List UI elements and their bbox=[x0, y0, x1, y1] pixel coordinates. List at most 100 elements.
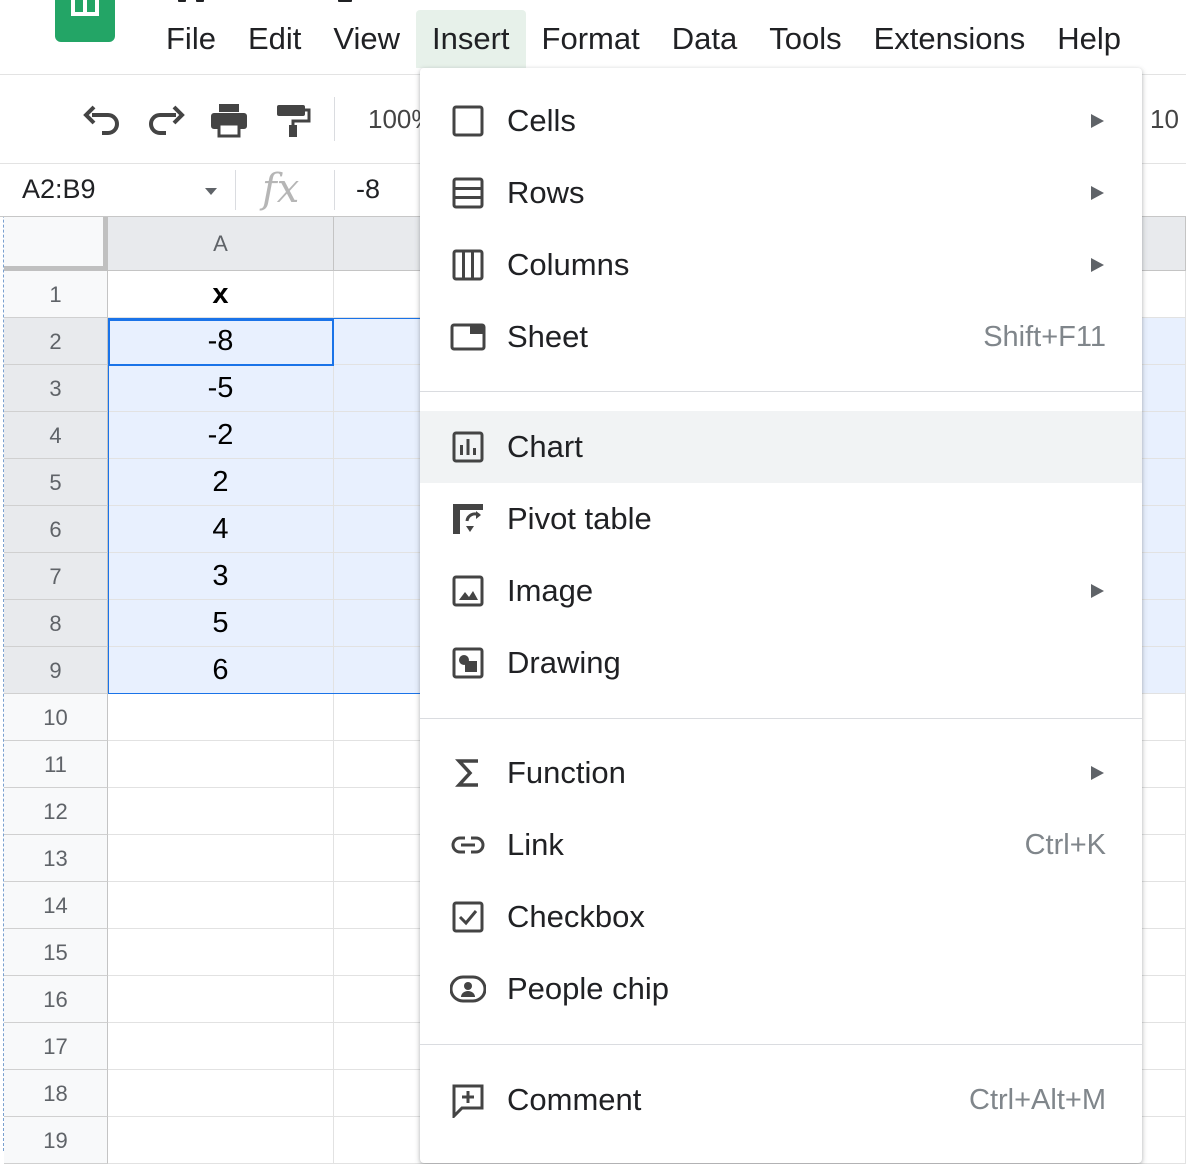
name-box-dropdown-icon[interactable] bbox=[205, 188, 217, 195]
menu-edit[interactable]: Edit bbox=[232, 10, 317, 68]
columns-icon bbox=[452, 249, 484, 281]
cell-a[interactable] bbox=[108, 929, 334, 976]
menu-item-label: Function bbox=[507, 755, 626, 790]
menu-item-label: Checkbox bbox=[507, 899, 645, 934]
pivot-table-icon bbox=[453, 504, 483, 534]
font-size-input[interactable]: 10 bbox=[1150, 104, 1179, 135]
row-header[interactable]: 17 bbox=[4, 1023, 108, 1070]
cell-a[interactable] bbox=[108, 1070, 334, 1117]
row-header[interactable]: 9 bbox=[4, 647, 108, 694]
cell-a[interactable]: 2 bbox=[108, 459, 334, 506]
fx-icon: fx bbox=[262, 166, 300, 212]
menu-item-label: Cells bbox=[507, 103, 576, 138]
cell-a[interactable] bbox=[108, 835, 334, 882]
row-header[interactable]: 3 bbox=[4, 365, 108, 412]
sheets-logo-icon[interactable] bbox=[55, 0, 115, 42]
menu-item-columns[interactable]: Columns bbox=[420, 229, 1142, 301]
cell-a[interactable]: 6 bbox=[108, 647, 334, 694]
menu-item-label: Rows bbox=[507, 175, 585, 210]
row-header[interactable]: 10 bbox=[4, 694, 108, 741]
cell-a[interactable]: 4 bbox=[108, 506, 334, 553]
menu-format[interactable]: Format bbox=[526, 10, 656, 68]
row-header[interactable]: 19 bbox=[4, 1117, 108, 1164]
cell-a[interactable]: x bbox=[108, 271, 334, 318]
row-header[interactable]: 1 bbox=[4, 271, 108, 318]
menu-item-image[interactable]: Image bbox=[420, 555, 1142, 627]
name-box[interactable]: A2:B9 bbox=[22, 174, 96, 205]
submenu-arrow-icon bbox=[1091, 114, 1104, 128]
menu-item-rows[interactable]: Rows bbox=[420, 157, 1142, 229]
row-header[interactable]: 4 bbox=[4, 412, 108, 459]
menu-separator bbox=[420, 1044, 1142, 1045]
menu-item-link[interactable]: Link Ctrl+K bbox=[420, 809, 1142, 881]
menu-item-function[interactable]: Function bbox=[420, 737, 1142, 809]
comment-add-icon bbox=[452, 1084, 484, 1118]
menu-item-shortcut: Shift+F11 bbox=[983, 321, 1106, 353]
row-header[interactable]: 5 bbox=[4, 459, 108, 506]
redo-icon[interactable] bbox=[146, 102, 186, 138]
cell-a[interactable]: 3 bbox=[108, 553, 334, 600]
menu-insert[interactable]: Insert bbox=[416, 10, 526, 68]
menu-separator bbox=[420, 391, 1142, 392]
row-header[interactable]: 7 bbox=[4, 553, 108, 600]
menu-item-cells[interactable]: Cells bbox=[420, 85, 1142, 157]
formula-input[interactable]: -8 bbox=[356, 174, 380, 205]
menu-extensions[interactable]: Extensions bbox=[858, 10, 1042, 68]
menu-item-label: Image bbox=[507, 573, 594, 608]
cell-a[interactable]: -8 bbox=[108, 318, 334, 365]
menu-help[interactable]: Help bbox=[1041, 10, 1137, 68]
sheet-icon bbox=[450, 323, 486, 351]
top-bar: File Edit View Insert Format Data Tools … bbox=[0, 0, 1186, 74]
menu-item-shortcut: Ctrl+K bbox=[1024, 829, 1106, 861]
row-header[interactable]: 2 bbox=[4, 318, 108, 365]
cell-a[interactable]: -2 bbox=[108, 412, 334, 459]
paint-format-icon[interactable] bbox=[273, 102, 313, 138]
checkbox-icon bbox=[452, 901, 484, 933]
menu-item-drawing[interactable]: Drawing bbox=[420, 627, 1142, 699]
row-header[interactable]: 12 bbox=[4, 788, 108, 835]
cell-a[interactable] bbox=[108, 1023, 334, 1070]
submenu-arrow-icon bbox=[1091, 584, 1104, 598]
row-header[interactable]: 11 bbox=[4, 741, 108, 788]
formula-bar-separator bbox=[334, 170, 335, 210]
submenu-arrow-icon bbox=[1091, 766, 1104, 780]
cell-a[interactable] bbox=[108, 694, 334, 741]
submenu-arrow-icon bbox=[1091, 258, 1104, 272]
row-header[interactable]: 8 bbox=[4, 600, 108, 647]
cell-a[interactable]: -5 bbox=[108, 365, 334, 412]
formula-bar-separator bbox=[235, 170, 236, 210]
menu-tools[interactable]: Tools bbox=[753, 10, 857, 68]
row-header[interactable]: 18 bbox=[4, 1070, 108, 1117]
print-icon[interactable] bbox=[209, 102, 249, 138]
cell-a[interactable] bbox=[108, 882, 334, 929]
cell-a[interactable] bbox=[108, 976, 334, 1023]
cell-a[interactable] bbox=[108, 1117, 334, 1164]
row-header[interactable]: 16 bbox=[4, 976, 108, 1023]
column-header-a[interactable]: A bbox=[108, 217, 334, 271]
row-header[interactable]: 14 bbox=[4, 882, 108, 929]
menu-item-comment[interactable]: Comment Ctrl+Alt+M bbox=[420, 1064, 1142, 1136]
menu-file[interactable]: File bbox=[150, 10, 232, 68]
cell-a[interactable] bbox=[108, 741, 334, 788]
row-header[interactable]: 13 bbox=[4, 835, 108, 882]
submenu-arrow-icon bbox=[1091, 186, 1104, 200]
menu-item-label: Pivot table bbox=[507, 501, 652, 536]
menu-item-pivot-table[interactable]: Pivot table bbox=[420, 483, 1142, 555]
undo-icon[interactable] bbox=[82, 102, 122, 138]
menu-item-label: Drawing bbox=[507, 645, 621, 680]
menu-item-sheet[interactable]: Sheet Shift+F11 bbox=[420, 301, 1142, 373]
menu-data[interactable]: Data bbox=[656, 10, 753, 68]
menu-item-label: People chip bbox=[507, 971, 670, 1006]
toolbar-separator bbox=[334, 97, 335, 141]
menu-item-chart[interactable]: Chart bbox=[420, 411, 1142, 483]
cell-a[interactable]: 5 bbox=[108, 600, 334, 647]
menu-item-label: Sheet bbox=[507, 319, 589, 354]
row-header[interactable]: 6 bbox=[4, 506, 108, 553]
menu-view[interactable]: View bbox=[317, 10, 416, 68]
menu-item-label: Chart bbox=[507, 429, 583, 464]
cell-a[interactable] bbox=[108, 788, 334, 835]
menu-item-checkbox[interactable]: Checkbox bbox=[420, 881, 1142, 953]
row-header[interactable]: 15 bbox=[4, 929, 108, 976]
menu-item-people-chip[interactable]: People chip bbox=[420, 953, 1142, 1025]
select-all-corner[interactable] bbox=[4, 217, 108, 271]
